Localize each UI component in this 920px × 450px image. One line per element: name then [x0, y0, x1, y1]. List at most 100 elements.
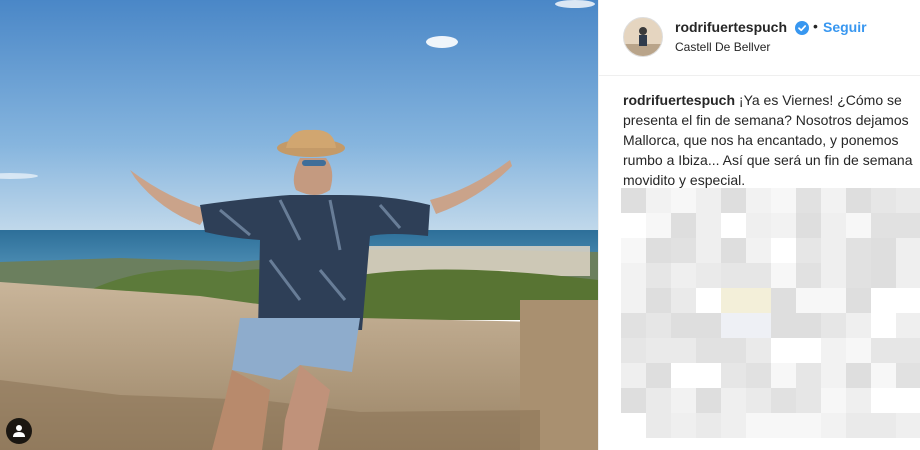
blur-pixel	[621, 213, 646, 238]
blur-pixel	[896, 363, 920, 388]
blur-pixel	[771, 188, 796, 213]
blur-pixel	[746, 313, 771, 338]
post-caption: rodrifuertespuch ¡Ya es Viernes! ¿Cómo s…	[623, 90, 913, 190]
blur-pixel	[671, 413, 696, 438]
avatar[interactable]	[623, 17, 663, 57]
blur-pixel	[621, 238, 646, 263]
blur-pixel	[646, 338, 671, 363]
blur-pixel	[621, 263, 646, 288]
blur-pixel	[896, 238, 920, 263]
blur-pixel	[696, 313, 721, 338]
follow-button[interactable]: Seguir	[823, 19, 867, 35]
blur-pixel	[796, 188, 821, 213]
blur-pixel	[796, 363, 821, 388]
blur-pixel	[696, 213, 721, 238]
blur-pixel	[746, 263, 771, 288]
blur-pixel	[696, 188, 721, 213]
blur-pixel	[871, 263, 896, 288]
blur-pixel	[871, 238, 896, 263]
blur-pixel	[796, 388, 821, 413]
blur-pixel	[796, 213, 821, 238]
blur-pixel	[696, 388, 721, 413]
blur-pixel	[846, 188, 871, 213]
blur-pixel	[696, 238, 721, 263]
blur-pixel	[671, 188, 696, 213]
blur-pixel	[846, 263, 871, 288]
blur-pixel	[796, 338, 821, 363]
blur-pixel	[721, 238, 746, 263]
tag-person-button[interactable]	[6, 418, 32, 444]
blur-pixel	[821, 313, 846, 338]
blur-pixel	[671, 313, 696, 338]
post-header: rodrifuertespuch • Seguir Castell De Bel…	[599, 0, 920, 76]
blur-pixel	[646, 213, 671, 238]
blur-pixel	[821, 363, 846, 388]
blur-pixel	[771, 338, 796, 363]
blur-pixel	[646, 363, 671, 388]
blur-pixel	[871, 413, 896, 438]
blur-pixel	[821, 338, 846, 363]
blur-pixel	[721, 388, 746, 413]
blur-pixel	[846, 288, 871, 313]
blur-pixel	[896, 388, 920, 413]
blur-pixel	[646, 288, 671, 313]
blur-pixel	[796, 413, 821, 438]
blur-pixel	[646, 263, 671, 288]
blur-pixel	[721, 363, 746, 388]
blur-pixel	[871, 313, 896, 338]
blur-pixel	[721, 288, 746, 313]
blur-pixel	[621, 288, 646, 313]
blur-pixel	[771, 388, 796, 413]
post-photo[interactable]	[0, 0, 598, 450]
blur-pixel	[621, 413, 646, 438]
blur-pixel	[871, 363, 896, 388]
blur-pixel	[896, 413, 920, 438]
blur-pixel	[721, 338, 746, 363]
blur-pixel	[821, 388, 846, 413]
blur-pixel	[796, 313, 821, 338]
blur-pixel	[871, 338, 896, 363]
blur-pixel	[896, 213, 920, 238]
blur-pixel	[821, 413, 846, 438]
blur-pixel	[746, 188, 771, 213]
blur-pixel	[821, 188, 846, 213]
blur-pixel	[721, 213, 746, 238]
blur-pixel	[746, 338, 771, 363]
blur-pixel	[796, 288, 821, 313]
blur-pixel	[671, 363, 696, 388]
blur-pixel	[746, 388, 771, 413]
blur-pixel	[821, 238, 846, 263]
blur-pixel	[771, 288, 796, 313]
caption-username[interactable]: rodrifuertespuch	[623, 92, 735, 108]
blur-pixel	[821, 213, 846, 238]
blur-pixel	[696, 288, 721, 313]
blur-pixel	[646, 388, 671, 413]
header-username[interactable]: rodrifuertespuch	[675, 19, 787, 35]
blur-pixel	[671, 338, 696, 363]
blur-pixel	[846, 363, 871, 388]
blur-pixel	[871, 288, 896, 313]
blur-pixel	[696, 263, 721, 288]
photo-scene	[0, 0, 598, 450]
blur-pixel	[621, 363, 646, 388]
blur-pixel	[871, 213, 896, 238]
blur-pixel	[896, 338, 920, 363]
blur-pixel	[771, 238, 796, 263]
blur-pixel	[871, 388, 896, 413]
blur-pixel	[696, 338, 721, 363]
blur-pixel	[846, 388, 871, 413]
blur-pixel	[846, 213, 871, 238]
blur-pixel	[721, 263, 746, 288]
post-side-panel: rodrifuertespuch • Seguir Castell De Bel…	[598, 0, 920, 450]
blur-pixel	[846, 313, 871, 338]
blur-pixel	[671, 288, 696, 313]
blur-pixel	[646, 188, 671, 213]
blur-pixel	[896, 263, 920, 288]
blur-pixel	[846, 338, 871, 363]
blur-pixel	[671, 238, 696, 263]
header-separator: •	[813, 18, 818, 34]
location-link[interactable]: Castell De Bellver	[675, 40, 770, 54]
blur-pixel	[796, 238, 821, 263]
blur-pixel	[646, 413, 671, 438]
blur-pixel	[771, 413, 796, 438]
